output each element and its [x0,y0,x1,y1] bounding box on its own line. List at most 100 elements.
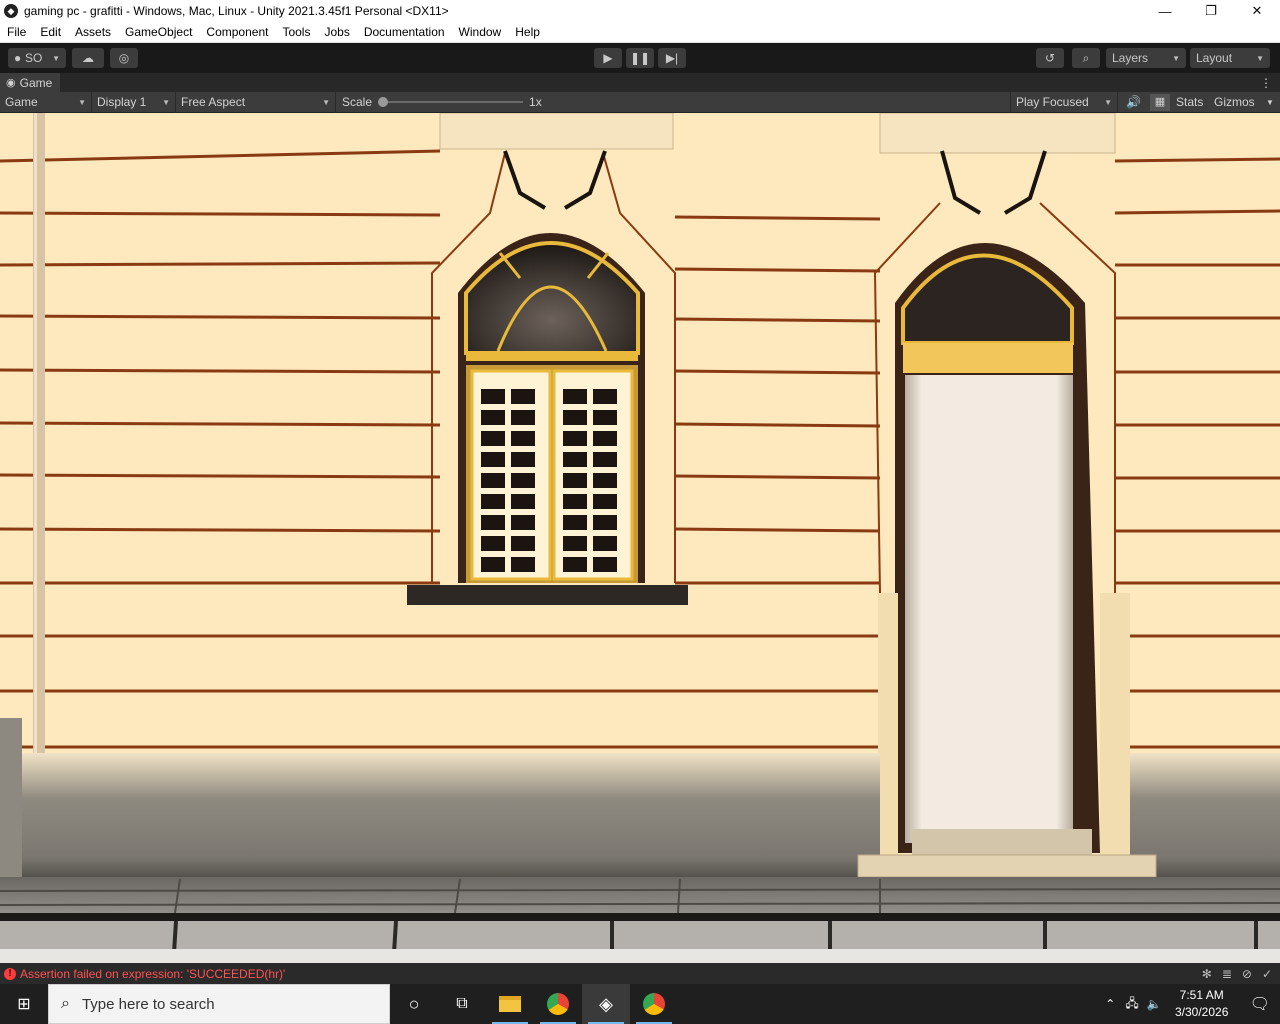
tab-game[interactable]: ◉ Game [0,73,61,92]
bug-icon[interactable]: ✻ [1202,967,1212,981]
step-button[interactable]: ▶| [658,48,686,68]
taskbar-clock[interactable]: 7:51 AM 3/30/2026 [1166,987,1238,1021]
network-icon[interactable]: 🖧 [1121,994,1142,1015]
search-placeholder: Type here to search [81,995,215,1013]
menu-tools[interactable]: Tools [275,22,317,43]
window-pane [481,536,505,551]
task-view-icon: ⧉ [456,995,468,1012]
notification-icon[interactable]: 🗨 [1238,994,1280,1014]
collab-button[interactable]: ◎ [110,48,138,68]
history-button[interactable]: ↺ [1036,48,1064,68]
play-icon: ▶ [603,51,613,65]
scale-slider-handle[interactable] [378,97,389,107]
view-dropdown[interactable]: Game ▼ [0,91,92,113]
gamepad-icon: ◉ [6,77,16,89]
cortana-button[interactable]: ○ [390,984,438,1024]
scale-slider[interactable] [378,97,524,107]
taskbar-file-explorer[interactable] [486,984,534,1024]
chevron-down-icon[interactable]: ▼ [1266,98,1274,107]
window-pane [511,515,535,530]
pause-button[interactable]: ❚❚ [626,48,654,68]
window-pane [563,431,587,446]
window-pane [593,515,617,530]
scale-value: 1x [529,95,542,109]
chevron-down-icon: ▼ [1104,97,1112,107]
window-pane [563,494,587,509]
cloud-button[interactable]: ☁ [72,48,104,68]
stats-button[interactable]: Stats [1176,95,1203,109]
window-pane [511,410,535,425]
chevron-down-icon: ▼ [322,97,330,107]
window-pane [511,557,535,572]
window-title: gaming pc - grafitti - Windows, Mac, Lin… [24,4,449,18]
search-icon: ⌕ [1082,50,1090,65]
menu-gameobject[interactable]: GameObject [118,22,199,43]
menu-help[interactable]: Help [508,22,547,43]
gizmos-button[interactable]: Gizmos [1214,95,1255,109]
error-message: Assertion failed on expression: 'SUCCEED… [20,966,286,981]
system-tray: ⌃ 🖧 🔈 7:51 AM 3/30/2026 🗨 [1099,984,1280,1024]
mute-audio-icon[interactable]: 🔊 [1126,95,1141,109]
window-pane [563,536,587,551]
scene-render [0,113,1280,963]
account-dropdown[interactable]: ● SO ▼ [8,48,66,68]
window-pane [481,494,505,509]
search-button[interactable]: ⌕ [1072,48,1100,68]
chevron-down-icon: ▼ [162,97,170,107]
chevron-up-icon[interactable]: ⌃ [1099,997,1121,1011]
taskbar-chrome[interactable] [534,984,582,1024]
taskbar-search[interactable]: ⌕ Type here to search [48,984,390,1024]
window-pane [511,452,535,467]
cache-icon[interactable]: ≣ [1222,967,1232,981]
aspect-dropdown[interactable]: Free Aspect ▼ [176,91,336,113]
close-button[interactable]: ✕ [1234,0,1280,22]
menu-component[interactable]: Component [199,22,275,43]
display-dropdown[interactable]: Display 1 ▼ [92,91,176,113]
menu-edit[interactable]: Edit [33,22,68,43]
window-pane [593,536,617,551]
taskbar-chrome-profile[interactable] [630,984,678,1024]
layout-label: Layout [1196,51,1233,65]
window-pane [511,494,535,509]
window-pane [593,557,617,572]
start-button[interactable]: ⊞ [0,984,48,1024]
search-icon: ⌕ [61,995,70,1012]
taskbar-unity[interactable]: ◈ [582,984,630,1024]
main-toolbar: ● SO ▼ ☁ ◎ ▶ ❚❚ ▶| ↺ ⌕ Layers ▼ Layout ▼ [0,43,1280,73]
layout-dropdown[interactable]: Layout ▼ [1190,48,1270,68]
menu-documentation[interactable]: Documentation [357,22,452,43]
kebab-menu-icon[interactable]: ⋮ [1260,76,1280,90]
check-icon[interactable]: ✓ [1262,967,1272,981]
console-error[interactable]: ! Assertion failed on expression: 'SUCCE… [0,967,285,981]
history-icon: ↺ [1044,51,1056,65]
chevron-down-icon: ▼ [52,53,60,63]
menu-window[interactable]: Window [452,22,509,43]
game-tab-bar: ◉ Game ⋮ [0,73,1280,92]
unity-icon: ◈ [599,993,613,1014]
aspect-label: Free Aspect [181,95,246,109]
account-icon: ● [14,51,22,65]
game-controls: Game ▼ Display 1 ▼ Free Aspect ▼ Scale 1… [0,91,1280,113]
menu-jobs[interactable]: Jobs [317,22,356,43]
status-icons: ✻ ≣ ⊘ ✓ [1202,967,1280,981]
menu-assets[interactable]: Assets [68,22,118,43]
grid-toggle-icon[interactable]: ▦ [1150,93,1170,111]
tab-game-label: Game [19,75,53,90]
game-viewport[interactable] [0,113,1280,963]
play-mode-label: Play Focused [1016,95,1089,109]
window-pane [511,536,535,551]
window-pane [563,557,587,572]
play-mode-dropdown[interactable]: Play Focused ▼ [1010,91,1118,113]
task-view-button[interactable]: ⧉ [438,984,486,1024]
menu-file[interactable]: File [0,22,33,43]
clock-date: 3/30/2026 [1174,1005,1229,1019]
network-icon[interactable]: ⊘ [1242,967,1252,981]
window-pane [481,452,505,467]
window-pane [563,473,587,488]
window-pane [481,557,505,572]
volume-icon[interactable]: 🔈 [1143,997,1166,1011]
maximize-button[interactable]: ❐ [1188,0,1234,22]
minimize-button[interactable]: — [1142,0,1188,22]
layers-dropdown[interactable]: Layers ▼ [1106,48,1186,68]
play-button[interactable]: ▶ [594,48,622,68]
